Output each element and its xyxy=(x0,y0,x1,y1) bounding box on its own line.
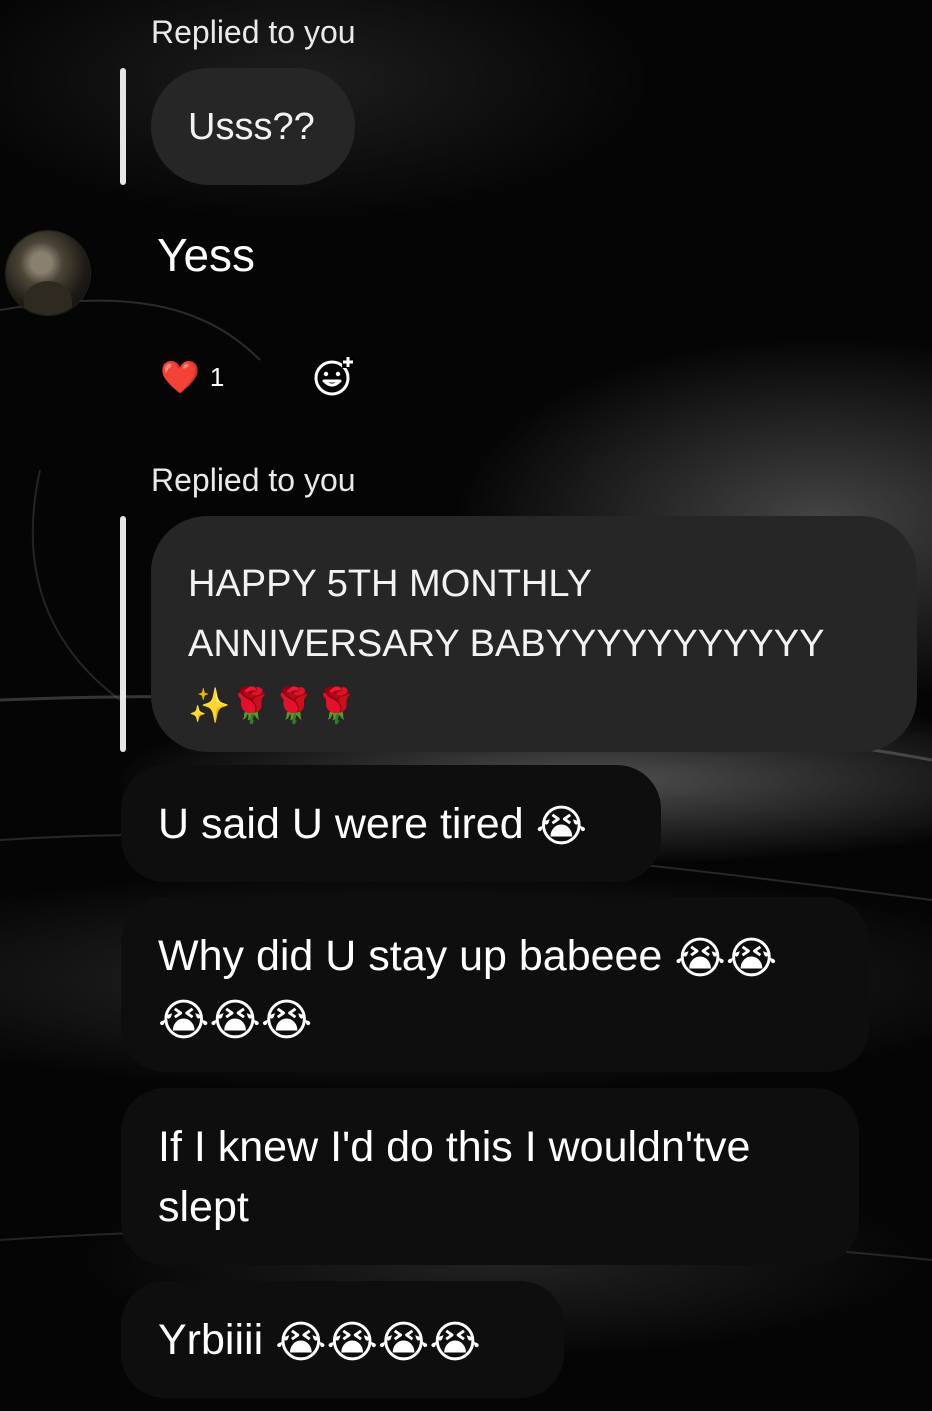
message-bubble[interactable]: U said U were tired 😭 xyxy=(121,765,661,882)
message-bubble[interactable]: Why did U stay up babeee 😭😭 😭😭😭 xyxy=(121,897,869,1072)
quoted-message-bubble[interactable]: Usss?? xyxy=(151,68,355,185)
quote-bar xyxy=(120,516,126,752)
message-text[interactable]: Yess xyxy=(157,228,255,282)
quoted-message-bubble[interactable]: HAPPY 5TH MONTHLY ANNIVERSARY BABYYYYYYY… xyxy=(151,516,917,752)
loudly-crying-face-emoji: 😭😭 xyxy=(674,933,778,983)
replied-to-you-label: Replied to you xyxy=(151,462,356,498)
message-text: If I knew I'd do this I wouldn'tve slept xyxy=(158,1123,751,1231)
sparkles-roses-emoji: ✨🌹🌹🌹 xyxy=(188,686,358,725)
loudly-crying-face-emoji: 😭😭😭😭 xyxy=(275,1317,481,1367)
reaction-pill[interactable]: ❤️ 1 xyxy=(160,358,224,396)
quoted-message-text: HAPPY 5TH MONTHLY ANNIVERSARY BABYYYYYYY… xyxy=(188,563,825,665)
message-bubble[interactable]: If I knew I'd do this I wouldn'tve slept xyxy=(121,1088,859,1265)
replied-to-you-label: Replied to you xyxy=(151,14,356,50)
message-text: Yrbiiii xyxy=(158,1316,264,1364)
message-bubble[interactable]: Yrbiiii 😭😭😭😭 xyxy=(121,1281,564,1398)
heart-emoji: ❤️ xyxy=(160,359,200,395)
quoted-message-text: Usss?? xyxy=(188,106,315,148)
add-reaction-icon[interactable] xyxy=(312,354,356,398)
loudly-crying-face-emoji: 😭 xyxy=(535,801,588,851)
profile-avatar[interactable] xyxy=(6,231,90,315)
quote-bar xyxy=(120,68,126,185)
loudly-crying-face-emoji: 😭😭😭 xyxy=(158,996,313,1046)
reaction-count: 1 xyxy=(209,361,225,392)
message-text: U said U were tired xyxy=(158,800,524,848)
message-text: Why did U stay up babeee xyxy=(158,932,663,980)
